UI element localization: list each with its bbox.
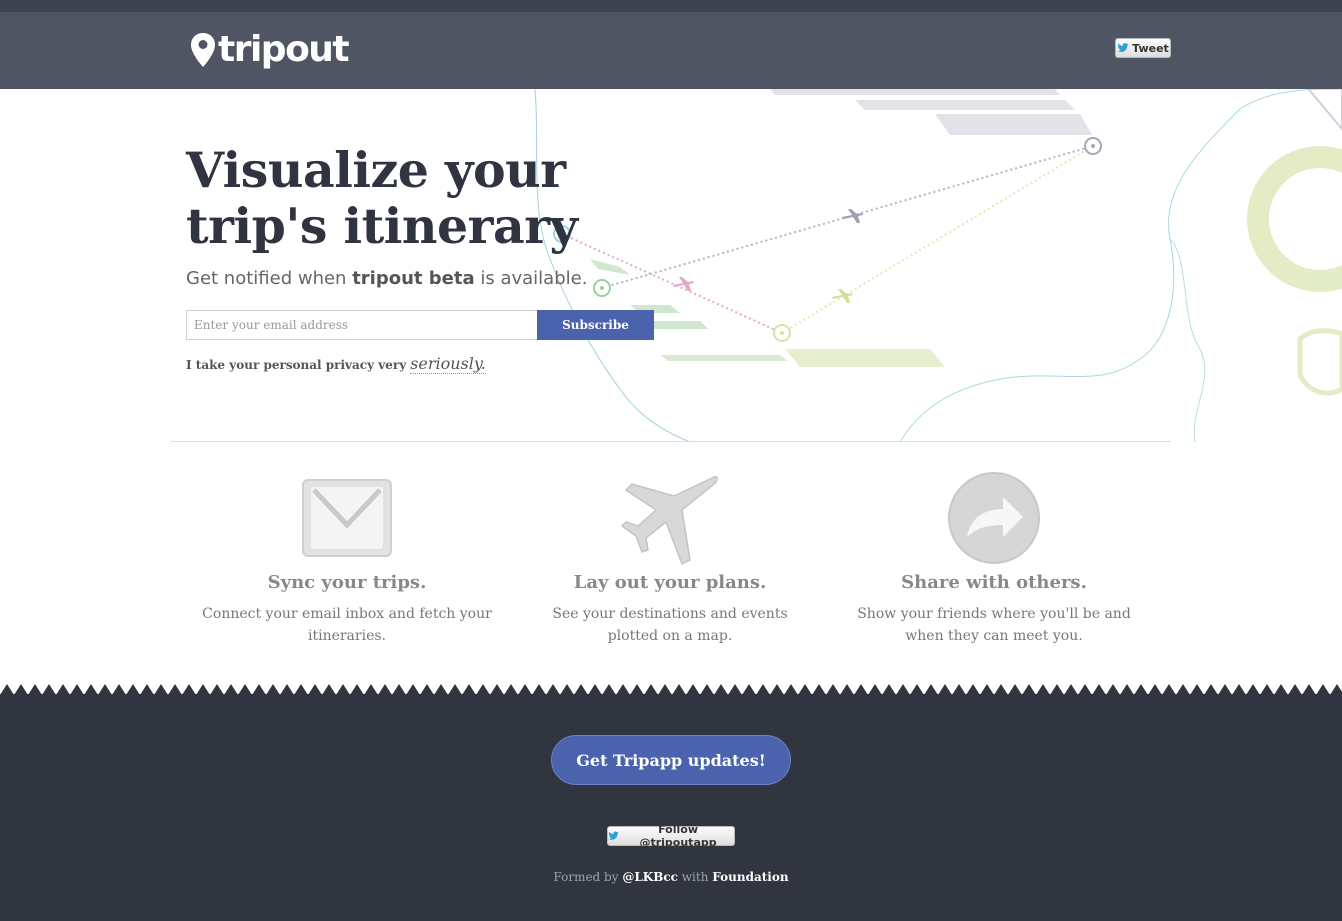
feature-description: See your destinations and events plotted…: [552, 606, 788, 644]
site-header: tripout Tweet: [0, 12, 1342, 89]
logo-text: tripout: [218, 29, 350, 70]
envelope-icon: [202, 470, 492, 566]
email-input[interactable]: [186, 310, 538, 340]
hero-title-line1: Visualize your: [186, 141, 566, 199]
map-pin-icon: [191, 33, 215, 67]
hero-title: Visualize your trip's itinerary: [186, 142, 606, 254]
credits-author-link[interactable]: @LKBcc: [622, 870, 678, 884]
hero-title-line2: trip's itinerary: [186, 197, 578, 255]
top-strip: [0, 0, 1342, 12]
privacy-script-text: seriously.: [410, 354, 486, 374]
hero-subtitle-suffix: is available.: [474, 268, 588, 289]
feature-title: Share with others.: [901, 572, 1087, 593]
itinerary-map-illustration: [534, 89, 1342, 442]
airplane-icon: [525, 470, 815, 566]
feature-lay-out-plans: Lay out your plans. See your destination…: [525, 470, 815, 647]
hero-subtitle-bold: tripout beta: [352, 268, 475, 289]
get-updates-button[interactable]: Get Tripapp updates!: [551, 735, 791, 785]
hero-subtitle: Get notified when tripout beta is availa…: [186, 268, 587, 289]
feature-title: Lay out your plans.: [573, 572, 767, 593]
logo[interactable]: tripout: [190, 29, 350, 70]
site-footer: [0, 694, 1342, 921]
tweet-button[interactable]: Tweet: [1115, 38, 1171, 58]
credits-middle: with: [677, 870, 713, 884]
twitter-bird-icon: [1117, 43, 1129, 53]
feature-title: Sync your trips.: [267, 572, 427, 593]
follow-label: Follow @tripoutapp: [639, 823, 717, 849]
feature-share-with-others: Share with others. Show your friends whe…: [849, 470, 1139, 647]
feature-sync-trips: Sync your trips. Connect your email inbo…: [202, 470, 492, 647]
twitter-bird-icon: [608, 831, 619, 840]
hero-divider: [171, 441, 1171, 442]
tweet-label: Tweet: [1132, 41, 1169, 55]
follow-twitter-button[interactable]: Follow @tripoutapp: [607, 823, 735, 849]
privacy-note: I take your personal privacy very serious…: [186, 354, 486, 374]
credits-prefix: Formed by: [553, 870, 623, 884]
share-arrow-icon: [849, 470, 1139, 566]
hero-subtitle-prefix: Get notified when: [186, 268, 353, 289]
privacy-text: I take your personal privacy very: [186, 358, 407, 372]
credits-framework-link[interactable]: Foundation: [712, 870, 788, 884]
feature-description: Show your friends where you'll be and wh…: [857, 606, 1131, 644]
footer-credits: Formed by @LKBcc with Foundation: [0, 870, 1342, 884]
feature-description: Connect your email inbox and fetch your …: [202, 606, 492, 644]
subscribe-button[interactable]: Subscribe: [537, 310, 654, 340]
